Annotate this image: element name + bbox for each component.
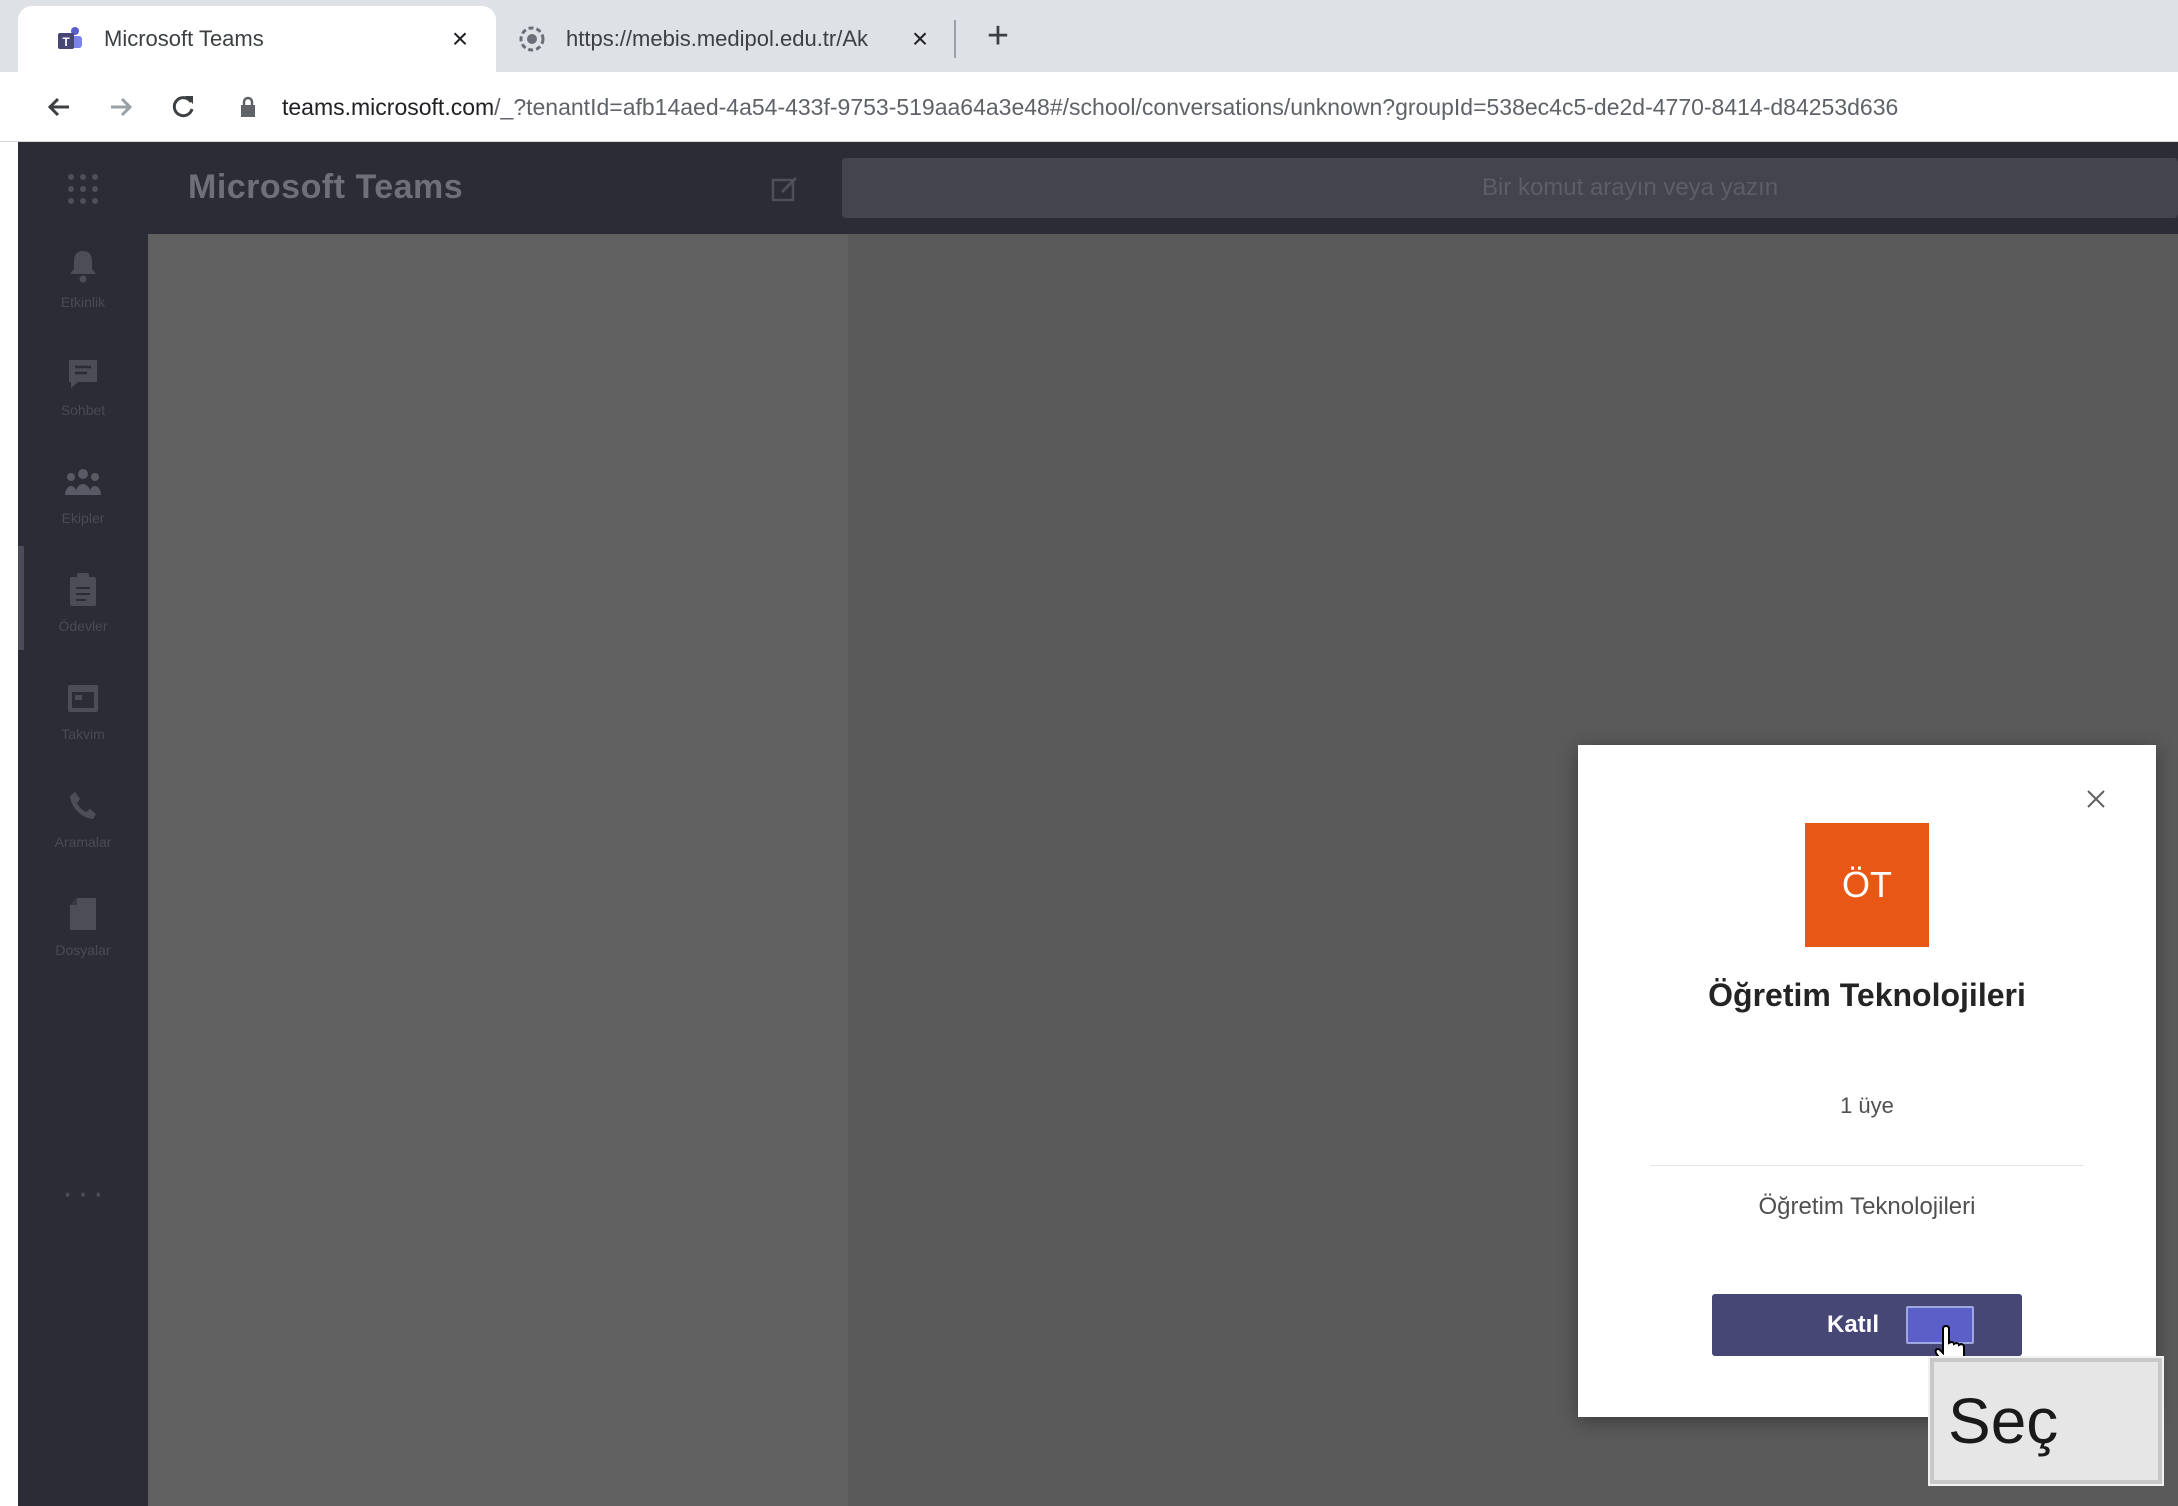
back-arrow-icon — [47, 97, 69, 117]
rail-item-chat[interactable]: Sohbet — [18, 342, 148, 442]
tab-mebis-medipol[interactable]: https://mebis.medipol.edu.tr/Ak × — [500, 6, 956, 72]
join-team-dialog: ÖT Öğretim Teknolojileri 1 üye Öğretim T… — [1578, 745, 2156, 1417]
command-search-box[interactable]: Bir komut arayın veya yazın — [842, 158, 2178, 218]
app-title: Microsoft Teams — [188, 168, 464, 206]
rail-label: Ekipler — [61, 510, 105, 526]
rail-label: Takvim — [61, 726, 105, 742]
files-icon — [63, 894, 103, 934]
teams-icon: T — [52, 21, 88, 57]
team-avatar: ÖT — [1805, 823, 1929, 947]
join-team-button[interactable]: Katıl — [1712, 1294, 2022, 1356]
rail-label: Ödevler — [58, 618, 108, 634]
close-tab-icon[interactable]: × — [904, 23, 936, 55]
forward-arrow-icon — [111, 97, 133, 117]
tooltip-text: Seç — [1948, 1385, 2059, 1457]
app-launcher-icon[interactable] — [66, 172, 100, 206]
lock-icon — [236, 92, 260, 122]
rail-label: Aramalar — [54, 834, 112, 850]
divider — [1650, 1165, 2084, 1166]
browser-tabstrip: T Microsoft Teams × https://mebis.medipo… — [0, 0, 2178, 72]
url-path: /_?tenantId=afb14aed-4a54-433f-9753-519a… — [494, 93, 1899, 120]
rail-label: Etkinlik — [60, 294, 106, 310]
instruction-tooltip: Seç — [1928, 1356, 2164, 1486]
url-host: teams.microsoft.com — [282, 93, 495, 120]
browser-toolbar: teams.microsoft.com/_?tenantId=afb14aed-… — [0, 72, 2178, 142]
rail-item-assignments[interactable]: Ödevler — [18, 558, 148, 658]
compose-icon[interactable] — [770, 174, 800, 204]
forward-button[interactable] — [98, 84, 144, 130]
tab-separator — [954, 20, 956, 58]
member-count: 1 üye — [1840, 1093, 1894, 1118]
team-avatar-initials: ÖT — [1842, 864, 1892, 905]
rail-label: Sohbet — [60, 402, 106, 418]
bell-icon — [63, 246, 103, 286]
team-list-pane — [148, 234, 848, 1506]
search-placeholder: Bir komut arayın veya yazın — [1481, 174, 1779, 201]
address-bar[interactable]: teams.microsoft.com/_?tenantId=afb14aed-… — [236, 84, 2178, 130]
rail-item-teams[interactable]: Ekipler — [18, 450, 148, 550]
screen: T Microsoft Teams × https://mebis.medipo… — [0, 0, 2178, 1506]
rail-item-calendar[interactable]: Takvim — [18, 666, 148, 766]
teams-titlebar: Microsoft Teams Bir komut arayın veya ya… — [18, 142, 2178, 234]
svg-text:T: T — [62, 35, 70, 49]
team-description: Öğretim Teknolojileri — [1758, 1193, 1976, 1220]
rail-item-activity[interactable]: Etkinlik — [18, 234, 148, 334]
rail-label: Dosyalar — [55, 942, 111, 958]
tab-title: Microsoft Teams — [104, 26, 264, 51]
team-name: Öğretim Teknolojileri — [1708, 977, 2026, 1013]
app-rail: Etkinlik Sohbet Ekipler Ödevler Takvim A… — [18, 234, 148, 1506]
rail-item-files[interactable]: Dosyalar — [18, 882, 148, 982]
join-button-label: Katıl — [1826, 1311, 1879, 1338]
close-tab-icon[interactable]: × — [444, 23, 476, 55]
rail-item-calls[interactable]: Aramalar — [18, 774, 148, 874]
close-icon — [2087, 790, 2105, 808]
more-apps-icon[interactable]: ··· — [62, 1174, 108, 1213]
new-tab-button[interactable]: + — [978, 15, 1018, 57]
tab-title: https://mebis.medipol.edu.tr/Ak — [566, 26, 869, 51]
calendar-icon — [63, 678, 103, 718]
medipol-icon — [514, 21, 550, 57]
teams-group-icon — [63, 462, 103, 502]
close-dialog-button[interactable] — [2080, 783, 2112, 815]
back-button[interactable] — [36, 84, 82, 130]
chat-icon — [63, 354, 103, 394]
reload-button[interactable] — [160, 84, 206, 130]
tab-microsoft-teams[interactable]: T Microsoft Teams × — [18, 6, 496, 72]
phone-icon — [63, 786, 103, 826]
reload-icon — [172, 96, 194, 118]
assignments-icon — [63, 570, 103, 610]
